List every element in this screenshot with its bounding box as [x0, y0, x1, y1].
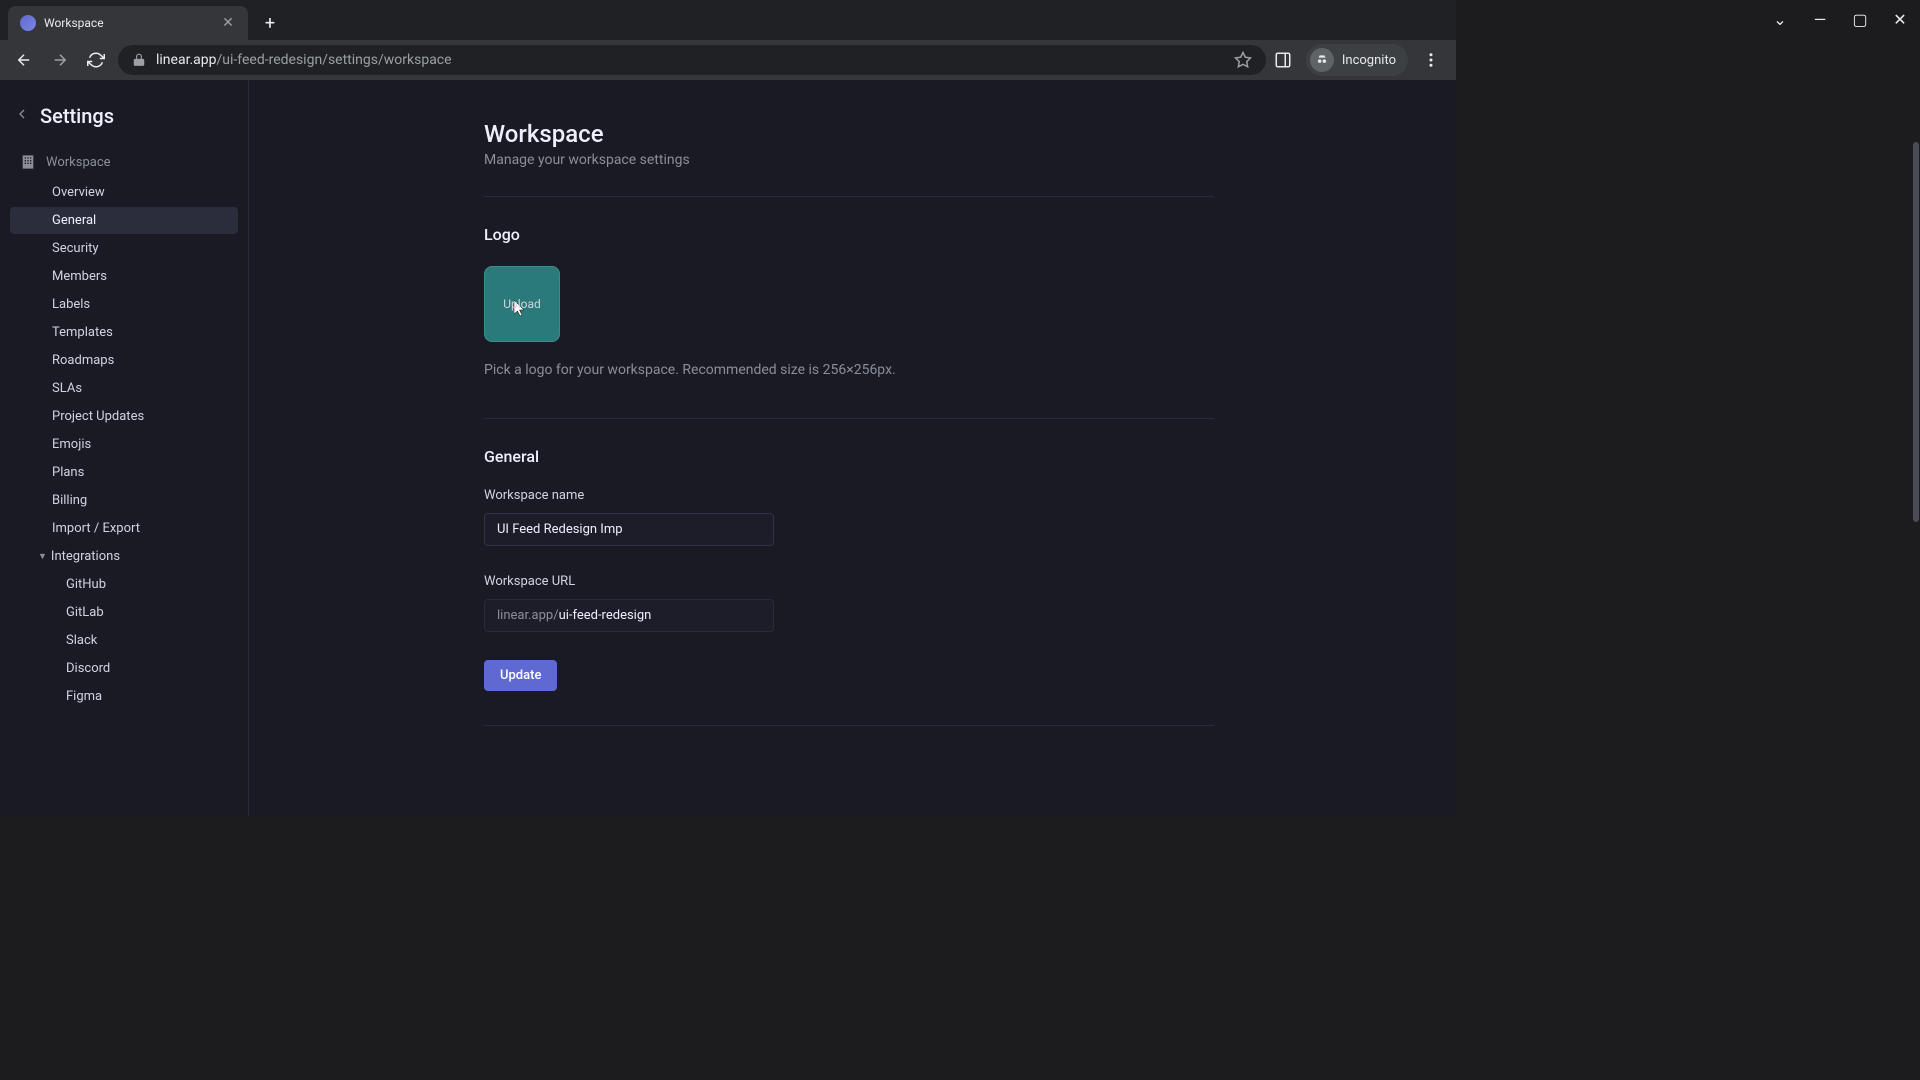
- browser-toolbar: linear.app/ui-feed-redesign/settings/wor…: [0, 40, 1456, 80]
- browser-right-controls: Incognito: [1274, 44, 1446, 76]
- logo-upload-button[interactable]: Upload: [484, 266, 560, 342]
- url-host: linear.app/ui-feed-redesign/settings/wor…: [156, 52, 452, 68]
- nav-slas[interactable]: SLAs: [10, 375, 238, 402]
- nav-integrations[interactable]: ▼ Integrations: [10, 543, 238, 570]
- nav-figma[interactable]: Figma: [10, 683, 238, 710]
- panel-icon[interactable]: [1274, 51, 1292, 69]
- settings-back-icon[interactable]: [14, 106, 30, 126]
- general-section-heading: General: [484, 447, 1214, 466]
- window-controls: ⌄ — ▢ ✕: [1770, 10, 1910, 29]
- sidebar-title: Settings: [40, 104, 114, 128]
- nav-roadmaps[interactable]: Roadmaps: [10, 347, 238, 374]
- nav-gitlab[interactable]: GitLab: [10, 599, 238, 626]
- maximize-icon[interactable]: ▢: [1850, 10, 1870, 29]
- nav-plans[interactable]: Plans: [10, 459, 238, 486]
- lock-icon: [132, 53, 146, 67]
- section-header-workspace: Workspace: [10, 146, 238, 178]
- nav-slack[interactable]: Slack: [10, 627, 238, 654]
- address-bar[interactable]: linear.app/ui-feed-redesign/settings/wor…: [118, 45, 1266, 75]
- forward-button[interactable]: [46, 46, 74, 74]
- tab-favicon-icon: [20, 15, 36, 31]
- app-container: Settings Workspace Overview General Secu…: [0, 80, 1456, 816]
- building-icon: [20, 154, 36, 170]
- workspace-url-input[interactable]: linear.app/ ui-feed-redesign: [484, 599, 774, 632]
- workspace-name-label: Workspace name: [484, 488, 1214, 503]
- workspace-url-label: Workspace URL: [484, 574, 1214, 589]
- back-button[interactable]: [10, 46, 38, 74]
- nav-general[interactable]: General: [10, 207, 238, 234]
- menu-icon[interactable]: [1422, 51, 1440, 69]
- nav-billing[interactable]: Billing: [10, 487, 238, 514]
- content-wrapper: Workspace Manage your workspace settings…: [484, 120, 1214, 726]
- browser-tab[interactable]: Workspace ✕: [8, 6, 248, 40]
- nav-import-export[interactable]: Import / Export: [10, 515, 238, 542]
- nav-discord[interactable]: Discord: [10, 655, 238, 682]
- reload-button[interactable]: [82, 46, 110, 74]
- logo-section-heading: Logo: [484, 225, 1214, 244]
- section-label: Workspace: [46, 155, 111, 170]
- page-title: Workspace: [484, 120, 1214, 148]
- update-button[interactable]: Update: [484, 660, 557, 691]
- nav-security[interactable]: Security: [10, 235, 238, 262]
- sidebar-section-workspace: Workspace Overview General Security Memb…: [0, 146, 248, 710]
- tab-title: Workspace: [44, 16, 212, 30]
- minimize-icon[interactable]: —: [1810, 10, 1830, 29]
- logo-hint: Pick a logo for your workspace. Recommen…: [484, 362, 1214, 378]
- incognito-icon: [1310, 48, 1334, 72]
- nav-github[interactable]: GitHub: [10, 571, 238, 598]
- divider: [484, 418, 1214, 419]
- nav-labels[interactable]: Labels: [10, 291, 238, 318]
- browser-tab-bar: Workspace ✕ + ⌄ — ▢ ✕: [0, 0, 1456, 40]
- main-content: Workspace Manage your workspace settings…: [249, 80, 1456, 816]
- settings-sidebar: Settings Workspace Overview General Secu…: [0, 80, 249, 816]
- new-tab-button[interactable]: +: [256, 9, 284, 37]
- page-subtitle: Manage your workspace settings: [484, 152, 1214, 168]
- incognito-badge[interactable]: Incognito: [1306, 44, 1408, 76]
- star-icon[interactable]: [1234, 51, 1252, 69]
- nav-project-updates[interactable]: Project Updates: [10, 403, 238, 430]
- divider: [484, 196, 1214, 197]
- dropdown-icon[interactable]: ⌄: [1770, 10, 1790, 29]
- nav-overview[interactable]: Overview: [10, 179, 238, 206]
- chevron-down-icon: ▼: [38, 551, 47, 562]
- nav-templates[interactable]: Templates: [10, 319, 238, 346]
- nav-members[interactable]: Members: [10, 263, 238, 290]
- tab-close-icon[interactable]: ✕: [220, 15, 236, 31]
- close-window-icon[interactable]: ✕: [1890, 10, 1910, 29]
- nav-emojis[interactable]: Emojis: [10, 431, 238, 458]
- workspace-name-input[interactable]: [484, 513, 774, 546]
- sidebar-header: Settings: [0, 98, 248, 146]
- divider: [484, 725, 1214, 726]
